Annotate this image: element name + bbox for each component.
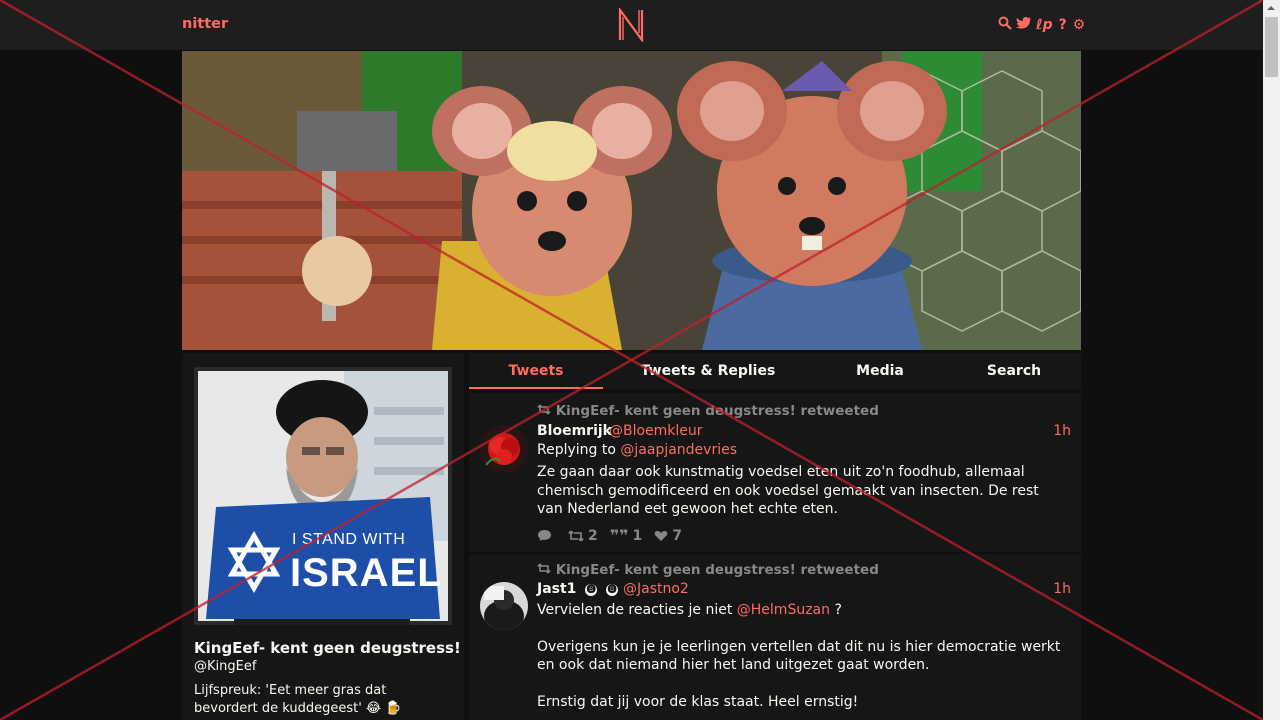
profile-fullname[interactable]: KingEef- kent geen deugstress! (194, 639, 461, 657)
retweet-icon (568, 529, 584, 542)
retweet-stat[interactable]: 2 (568, 526, 598, 545)
tweet-avatar[interactable] (480, 425, 528, 473)
tweet-paragraph: Overigens kun je je leerlingen vertellen… (537, 638, 1061, 674)
comment-stat[interactable] (537, 526, 556, 545)
tab-search[interactable]: Search (959, 353, 1069, 389)
tab-tweets[interactable]: Tweets (469, 353, 603, 389)
profile-username[interactable]: @KingEef (194, 659, 256, 674)
tweet-avatar[interactable] (480, 582, 528, 630)
timeline-item[interactable]: KingEef- kent geen deugstress! retweeted… (469, 554, 1081, 720)
nitter-logo[interactable] (617, 6, 645, 46)
mention-link[interactable]: @HelmSuzan (737, 602, 830, 618)
timeline: KingEef- kent geen deugstress! retweeted… (469, 393, 1081, 720)
quote-icon: ❞❞ (609, 526, 629, 545)
navbar: nitter ℓp ? ⚙ (0, 0, 1263, 50)
bird-icon[interactable] (1016, 16, 1032, 34)
profile-bio: Lijfspreuk: 'Eet meer gras dat bevordert… (194, 683, 402, 716)
tweet-date[interactable]: 1h (1053, 423, 1071, 439)
tweet-username[interactable]: @Bloemkleur (609, 423, 703, 439)
replying-to: Replying to @jaapjandevries (537, 442, 738, 458)
tab-tweets-replies[interactable]: Tweets & Replies (619, 353, 797, 389)
tweet-fullname[interactable]: Bloemrijk (537, 423, 612, 439)
timeline-tabs: Tweets Tweets & Replies Media Search (469, 353, 1081, 389)
tweet-fullname[interactable]: Jast1 🅑 🅑 (537, 581, 619, 597)
site-name-link[interactable]: nitter (182, 16, 228, 32)
replying-to-mention[interactable]: @jaapjandevries (620, 442, 737, 458)
heart-icon (654, 530, 668, 541)
comment-icon (538, 530, 551, 541)
scroll-up-arrow[interactable] (1263, 0, 1280, 17)
nav-icons: ℓp ? ⚙ (998, 16, 1085, 34)
tweet-content: Vervielen de reacties je niet @HelmSuzan… (537, 601, 1067, 711)
badge-icon: 🅑 (606, 584, 619, 596)
vertical-scrollbar[interactable] (1263, 0, 1280, 720)
tweet-content: Ze gaan daar ook kunstmatig voedsel eten… (537, 464, 1039, 517)
quote-stat[interactable]: ❞❞ 1 (610, 526, 643, 545)
profile-card: I STAND WITH ISRAEL KingEef- kent geen d… (182, 353, 464, 720)
scroll-thumb[interactable] (1265, 17, 1278, 77)
retweet-header: KingEef- kent geen deugstress! retweeted (537, 562, 879, 578)
tweet-date[interactable]: 1h (1053, 581, 1071, 597)
rss-icon[interactable]: ℓp (1036, 17, 1053, 33)
retweet-icon (537, 403, 556, 419)
help-icon[interactable]: ? (1057, 17, 1069, 33)
timeline-item[interactable]: KingEef- kent geen deugstress! retweeted… (469, 393, 1081, 553)
avatar-sign-line2: ISRAEL (290, 551, 443, 595)
retweet-header: KingEef- kent geen deugstress! retweeted (537, 403, 879, 419)
profile-banner[interactable] (182, 51, 1081, 350)
tweet-paragraph: Ernstig dat jij voor de klas staat. Heel… (537, 693, 859, 710)
tweet-paragraph: Vervielen de reacties je niet @HelmSuzan… (537, 602, 842, 618)
like-stat[interactable]: 7 (654, 526, 682, 545)
tweet-stats: 2 ❞❞ 1 7 (537, 526, 682, 545)
tab-media[interactable]: Media (821, 353, 939, 389)
tweet-username[interactable]: @Jastno2 (623, 581, 689, 597)
badge-icon: 🅑 (585, 584, 598, 596)
profile-avatar[interactable]: I STAND WITH ISRAEL (194, 367, 452, 625)
gear-icon[interactable]: ⚙ (1073, 17, 1086, 33)
retweet-icon (537, 562, 556, 578)
search-icon[interactable] (998, 16, 1012, 34)
avatar-sign-line1: I STAND WITH (292, 531, 406, 548)
